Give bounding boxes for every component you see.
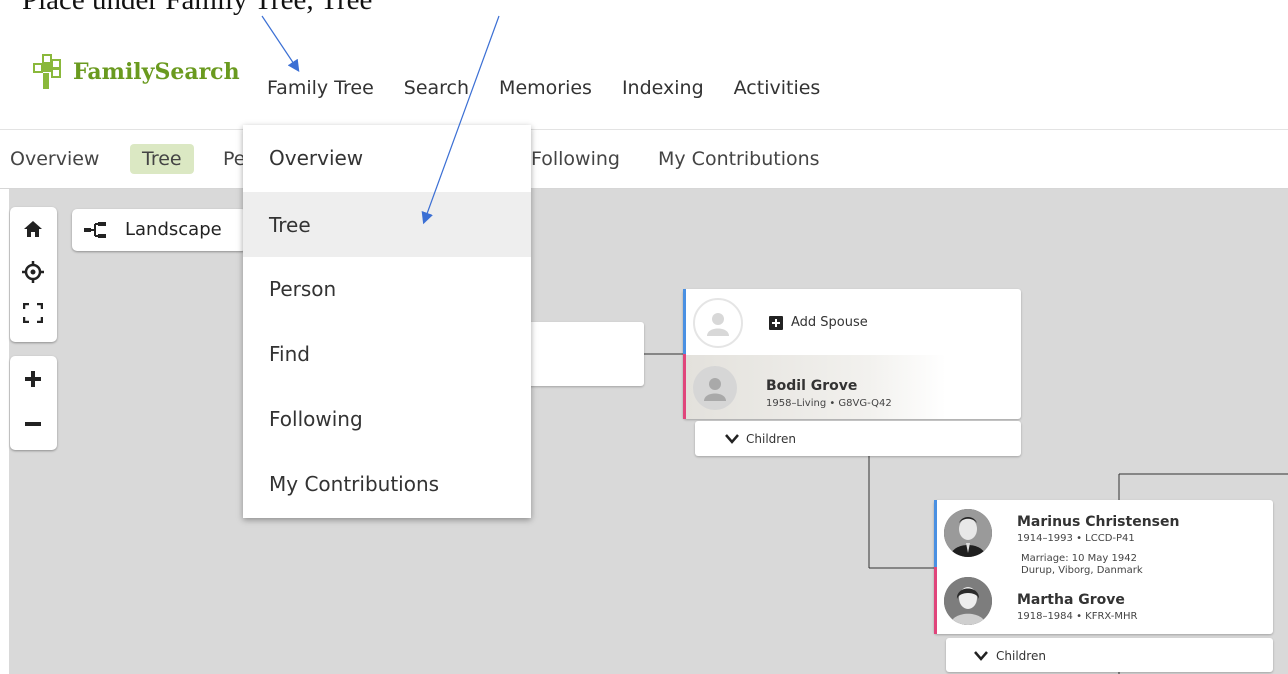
arrow-to-family-tree (261, 15, 300, 72)
arrow-to-tree-item (421, 15, 500, 225)
annotation-arrows (261, 15, 500, 225)
